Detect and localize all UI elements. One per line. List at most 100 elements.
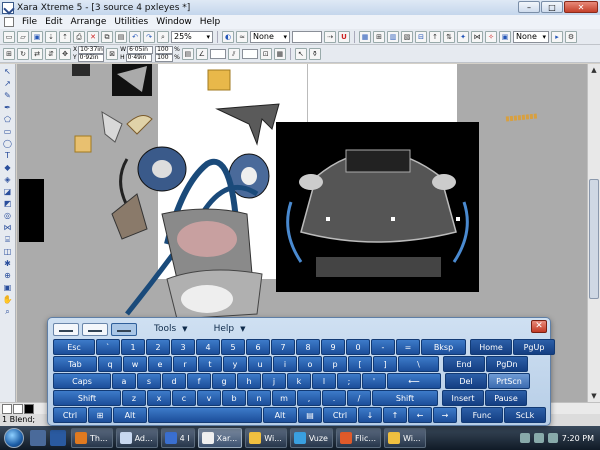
no-color-swatch[interactable]	[2, 403, 12, 414]
key-w[interactable]: w	[123, 356, 147, 372]
zoom-tool-icon[interactable]: ⌕	[2, 306, 14, 317]
key-space[interactable]	[148, 407, 262, 423]
key-8[interactable]: 8	[296, 339, 320, 355]
color-picker-tool-icon[interactable]: ⊕	[2, 270, 14, 281]
key-v[interactable]: v	[197, 390, 221, 406]
show-info-icon[interactable]: ▦	[273, 47, 286, 60]
arrow-up-icon[interactable]: ↑	[429, 30, 441, 43]
key-sym12[interactable]: -	[371, 339, 395, 355]
key-bksp[interactable]: Bksp	[421, 339, 466, 355]
key-q[interactable]: q	[98, 356, 122, 372]
blend-tool-icon[interactable]: ⋈	[2, 222, 14, 233]
magnet-icon[interactable]: U	[338, 30, 350, 43]
key-e[interactable]: e	[148, 356, 172, 372]
flatness-select[interactable]: None	[513, 30, 549, 43]
tray-app-icon[interactable]	[547, 433, 558, 443]
key-func[interactable]: Func	[461, 407, 503, 423]
contour-tool-icon[interactable]: ◎	[2, 210, 14, 221]
x-field[interactable]: 10·37in	[78, 45, 105, 54]
angle-icon[interactable]: ∠	[195, 47, 208, 60]
key-h[interactable]: h	[237, 373, 261, 389]
key-sym10[interactable]: ;	[337, 373, 361, 389]
origin-icon[interactable]: ✥	[59, 47, 71, 60]
key-l[interactable]: l	[312, 373, 336, 389]
key-pgup[interactable]: PgUp	[513, 339, 555, 355]
print-icon[interactable]: ⎙	[73, 30, 85, 43]
transparency-icon[interactable]: ◐	[222, 30, 234, 43]
task-thunderbird[interactable]: Th...	[71, 428, 113, 448]
key-0[interactable]: 0	[346, 339, 370, 355]
document-icon[interactable]	[4, 17, 14, 27]
task-ie[interactable]: 4 I	[160, 428, 195, 448]
volume-icon[interactable]	[533, 433, 544, 443]
zoom-select[interactable]: 25%	[171, 30, 213, 43]
key-tab[interactable]: Tab	[53, 356, 97, 372]
flip-icon[interactable]: ⇅	[443, 30, 455, 43]
combine-icon[interactable]: ⊟	[415, 30, 427, 43]
rotate-icon[interactable]: ↻	[17, 47, 29, 60]
copy-icon[interactable]: ⧉	[101, 30, 113, 43]
import-icon[interactable]: ⇣	[45, 30, 57, 43]
menu-help[interactable]: Help	[196, 17, 225, 27]
scale-lines-icon[interactable]: ▤	[181, 47, 194, 60]
flip-vertical-icon[interactable]: ⇵	[45, 47, 57, 60]
key-prtscn[interactable]: PrtScn	[488, 373, 530, 389]
paste-icon[interactable]: ▤	[115, 30, 127, 43]
mould-tool-icon[interactable]: ⌸	[2, 234, 14, 245]
zoom-icon[interactable]: ⌕	[157, 30, 169, 43]
key-z[interactable]: z	[122, 390, 146, 406]
menu-arrange[interactable]: Arrange	[67, 17, 111, 27]
menu-edit[interactable]: Edit	[41, 17, 66, 27]
car-photo[interactable]	[276, 122, 479, 292]
key-alt[interactable]: Alt	[263, 407, 297, 423]
feather-select[interactable]: None	[250, 30, 290, 43]
vertical-scrollbar[interactable]: ▲ ▼	[587, 64, 600, 402]
extrude-tool-icon[interactable]: ◫	[2, 246, 14, 257]
undo-icon[interactable]: ↶	[129, 30, 141, 43]
key-home[interactable]: Home	[470, 339, 512, 355]
key-sym11[interactable]: [	[348, 356, 372, 372]
save-icon[interactable]: ▣	[31, 30, 43, 43]
shear-field[interactable]	[241, 48, 258, 59]
lock-icon[interactable]: ⊠	[106, 47, 119, 60]
start-button[interactable]	[0, 426, 28, 450]
key-ctrl[interactable]: Ctrl	[53, 407, 87, 423]
key-u[interactable]: u	[248, 356, 272, 372]
key-ctrl[interactable]: Ctrl	[323, 407, 357, 423]
bounds-icon[interactable]: ⊞	[3, 47, 15, 60]
scale-width-field[interactable]: 100	[155, 45, 174, 54]
key-i[interactable]: i	[273, 356, 297, 372]
quicklaunch-icon[interactable]	[50, 430, 66, 446]
key-5[interactable]: 5	[221, 339, 245, 355]
rectangle-tool-icon[interactable]: ▭	[2, 126, 14, 137]
osk-mode-compact[interactable]	[82, 322, 108, 336]
bring-front-icon[interactable]: ▥	[387, 30, 399, 43]
key-sym8[interactable]: ,	[297, 390, 321, 406]
minimize-button[interactable]: –	[518, 1, 540, 13]
show-desktop-icon[interactable]	[30, 430, 46, 446]
key-t[interactable]: t	[198, 356, 222, 372]
key-f[interactable]: f	[187, 373, 211, 389]
photo-tool-icon[interactable]: ▣	[2, 282, 14, 293]
node-tool-icon[interactable]: ↗	[2, 78, 14, 89]
key-o[interactable]: o	[298, 356, 322, 372]
fill-tool-icon[interactable]: ◆	[2, 162, 14, 173]
key-sym10[interactable]: →	[433, 407, 457, 423]
key-a[interactable]: a	[112, 373, 136, 389]
key-insert[interactable]: Insert	[442, 390, 484, 406]
osk-help-menu[interactable]: Help ▼	[214, 324, 246, 334]
export-icon[interactable]: ⇡	[59, 30, 71, 43]
shape-tool-icon[interactable]: ⬠	[2, 114, 14, 125]
key-shift[interactable]: Shift	[53, 390, 121, 406]
open-icon[interactable]: ▱	[17, 30, 29, 43]
key-sym10[interactable]: /	[347, 390, 371, 406]
key-g[interactable]: g	[212, 373, 236, 389]
width-field[interactable]: 6·05in	[127, 45, 154, 54]
key-sym13[interactable]: =	[396, 339, 420, 355]
key-n[interactable]: n	[247, 390, 271, 406]
key-m[interactable]: m	[272, 390, 296, 406]
scroll-thumb[interactable]	[589, 179, 599, 299]
key-d[interactable]: d	[162, 373, 186, 389]
osk-mode-full[interactable]	[111, 322, 137, 336]
scroll-down-icon[interactable]: ▼	[589, 391, 599, 401]
